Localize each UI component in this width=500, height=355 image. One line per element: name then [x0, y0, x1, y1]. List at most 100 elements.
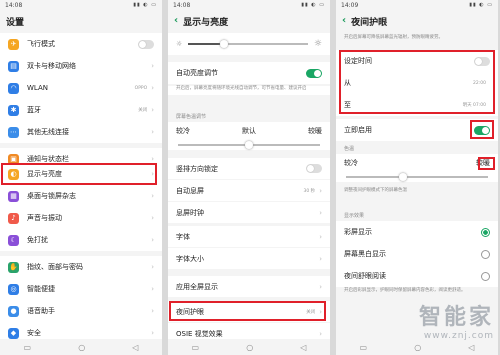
settings-item[interactable]: ⋯ 其他无线连接 › [0, 121, 162, 143]
settings-item[interactable]: ◎ 智能便捷 › [0, 278, 162, 300]
settings-item[interactable]: ☾ 免打扰 › [0, 229, 162, 251]
nav-menu-icon[interactable]: ▭ [24, 343, 32, 352]
settings-item[interactable]: ● 语音助手 › [0, 300, 162, 322]
chevron-right-icon: › [151, 128, 154, 136]
settings-item[interactable]: ✋ 指纹、面部与密码 › [0, 256, 162, 278]
chevron-right-icon: › [151, 285, 154, 293]
page-title-text: 设置 [6, 17, 25, 28]
effect-option-label: 夜间舒眼阅读 [344, 272, 386, 280]
enable-now-row[interactable]: 立即启用 [336, 119, 498, 141]
page-title: 夜间护眼 [351, 17, 388, 28]
chevron-right-icon: › [319, 186, 322, 195]
nav-home-icon[interactable]: ○ [414, 343, 421, 352]
schedule-toggle[interactable] [474, 56, 490, 66]
nav-menu-icon[interactable]: ▭ [360, 343, 368, 352]
auto-brightness-row[interactable]: 自动亮度调节 [168, 62, 330, 84]
to-time-row[interactable]: 至 明天 07:00 [336, 94, 498, 116]
color-temp-section: 屏幕色温调节 [176, 114, 207, 120]
display-setting-item[interactable]: 字体大小 › [168, 248, 330, 269]
page-title: 显示与亮度 [183, 17, 229, 28]
settings-item[interactable]: ✱ 蓝牙 关闭 › [0, 99, 162, 121]
settings-screen: 14:08 ▮▮ ◐ ▭ 设置 ✈ 飞行模式 ▤ 双卡与移动网络 › ◠ WLAN OPPO ›… [0, 0, 162, 355]
effect-option[interactable]: 夜间舒眼阅读 [336, 265, 498, 287]
navigation-bar: ▭ ○ ◁ [168, 339, 330, 355]
night-temp-knob[interactable] [398, 173, 407, 181]
settings-item-value: OPPO [134, 85, 148, 91]
settings-item[interactable]: ✈ 飞行模式 [0, 33, 162, 55]
bluetooth-icon: ✱ [8, 104, 19, 116]
chevron-right-icon: › [151, 214, 154, 222]
display-setting-item[interactable]: 竖排方向锁定 [168, 158, 330, 179]
temp-default-label: 默认 [242, 127, 256, 135]
airplane-icon: ✈ [8, 38, 19, 50]
settings-item[interactable]: ◠ WLAN OPPO › [0, 77, 162, 99]
schedule-row[interactable]: 设定时间 [336, 50, 498, 72]
chevron-right-icon: › [151, 84, 154, 92]
settings-item[interactable]: ▤ 双卡与移动网络 › [0, 55, 162, 77]
settings-item-label: 显示与亮度 [27, 170, 62, 178]
auto-brightness-label: 自动亮度调节 [176, 69, 218, 77]
to-value: 明天 07:00 [462, 103, 486, 108]
display-setting-item[interactable]: 应用全屏显示 › [168, 276, 330, 297]
brightness-knob[interactable] [220, 40, 229, 48]
temp-knob[interactable] [245, 141, 253, 149]
status-bar: 14:09 ▮▮ ◐ ▭ [336, 0, 498, 10]
shield-icon: ◆ [8, 327, 19, 339]
nav-home-icon[interactable]: ○ [78, 343, 85, 352]
settings-item-label: 语音助手 [27, 307, 55, 315]
display-setting-item[interactable]: 自动息屏 30 秒 › [168, 180, 330, 201]
from-label: 从 [344, 79, 351, 87]
back-arrow-icon[interactable]: ‹ [342, 16, 346, 26]
display-brightness-screen: 14:08 ▮▮ ◐ ▭ ‹ 显示与亮度 ☼ ☼ 自动亮度调节 开启后，屏幕亮度… [168, 0, 330, 355]
chevron-right-icon: › [151, 329, 154, 337]
night-temp-track [346, 176, 488, 178]
nav-home-icon[interactable]: ○ [246, 343, 253, 352]
nav-back-icon[interactable]: ◁ [132, 343, 138, 352]
airplane-toggle[interactable] [138, 39, 154, 49]
settings-item-value: 关闭 [138, 108, 148, 113]
effect-radio[interactable] [481, 271, 490, 281]
display-setting-item[interactable]: 息屏时钟 › [168, 202, 330, 223]
settings-item-label: 桌面与锁屏杂志 [27, 192, 76, 200]
effect-option[interactable]: 彩屏显示 [336, 221, 498, 243]
display-setting-value: 30 秒 [303, 188, 316, 194]
chevron-right-icon: › [151, 155, 154, 163]
effect-option[interactable]: 屏幕黑白显示 [336, 243, 498, 265]
fingerprint-icon: ✋ [8, 261, 19, 273]
chevron-right-icon: › [151, 170, 154, 178]
smart-icon: ◎ [8, 283, 19, 295]
enable-now-toggle[interactable] [474, 125, 490, 135]
schedule-label: 设定时间 [344, 57, 372, 65]
nav-back-icon[interactable]: ◁ [468, 343, 474, 352]
settings-item[interactable]: ◐ 显示与亮度 › [0, 163, 162, 185]
status-icons: ▮▮ ◐ ▭ [469, 2, 493, 8]
watermark: 智能家 www.znj.com [419, 299, 494, 341]
auto-brightness-toggle[interactable] [306, 68, 322, 78]
display-setting-item[interactable]: 字体 › [168, 226, 330, 247]
temp-cold-label: 较冷 [176, 127, 190, 135]
page-title: 设置 [0, 10, 162, 32]
chevron-right-icon: › [319, 307, 322, 316]
sound-icon: ♪ [8, 212, 19, 224]
effect-option-label: 彩屏显示 [344, 228, 372, 236]
effect-radio[interactable] [481, 227, 490, 237]
nav-menu-icon[interactable]: ▭ [192, 343, 200, 352]
settings-item-label: 安全 [27, 329, 41, 337]
link-icon: ⋯ [8, 126, 19, 138]
display-setting-label: 夜间护眼 [176, 307, 204, 316]
navigation-bar: ▭ ○ ◁ [0, 339, 162, 355]
effect-section: 显示效果 [344, 213, 365, 219]
night-temp-row: 较冷 较暖 [336, 154, 498, 182]
night-eye-intro: 开启后屏幕可降低屏幕蓝光辐射，预防眼睛疲劳。 [344, 35, 443, 40]
page-header: ‹ 夜间护眼 [336, 10, 498, 32]
settings-item[interactable]: ▦ 桌面与锁屏杂志 › [0, 185, 162, 207]
back-arrow-icon[interactable]: ‹ [174, 16, 178, 26]
display-setting-item[interactable]: 夜间护眼 关闭 › [168, 301, 330, 322]
from-time-row[interactable]: 从 22:00 [336, 72, 498, 94]
to-label: 至 [344, 101, 351, 109]
nav-back-icon[interactable]: ◁ [300, 343, 306, 352]
effect-radio[interactable] [481, 249, 490, 259]
settings-item-label: 智能便捷 [27, 285, 55, 293]
settings-item[interactable]: ♪ 声音与振动 › [0, 207, 162, 229]
orientation-lock-toggle[interactable] [306, 164, 322, 173]
